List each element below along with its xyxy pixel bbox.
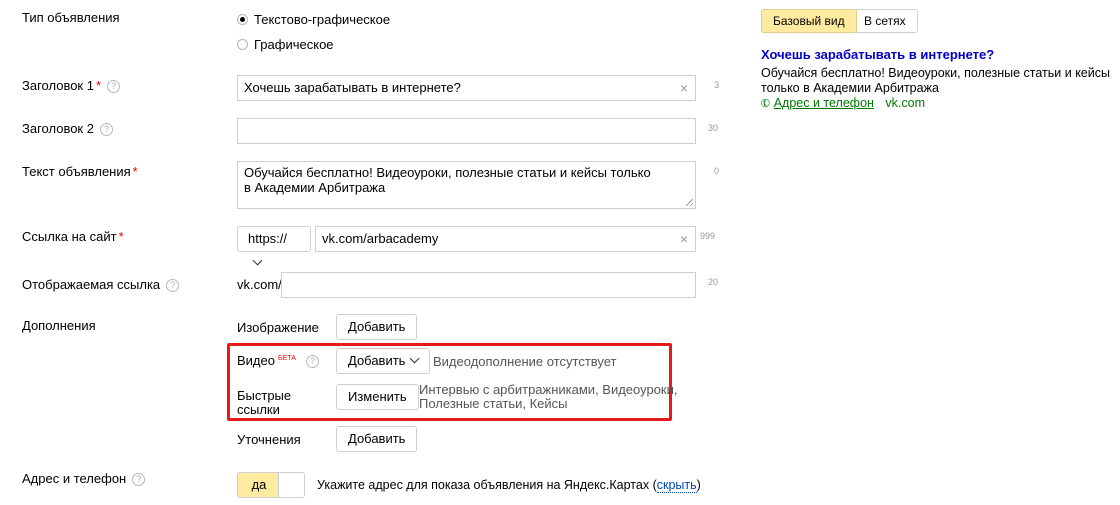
help-icon[interactable]: ?: [166, 279, 180, 292]
label-address-phone-text: Адрес и телефон: [22, 471, 127, 486]
site-link-counter: 999: [700, 231, 716, 241]
site-link-input[interactable]: vk.com/arbacademy ×: [315, 226, 696, 252]
extras-video-label: Видео БЕТА?: [237, 353, 319, 368]
site-link-value: vk.com/arbacademy: [322, 231, 439, 246]
extras-clarifications-label: Уточнения: [237, 432, 301, 447]
add-image-button[interactable]: Добавить: [336, 314, 418, 340]
ad-text-counter: 0: [714, 166, 720, 176]
ad-text-line1: Обучайся бесплатно! Видеоуроки, полезные…: [244, 165, 651, 180]
help-icon[interactable]: ?: [99, 123, 113, 136]
label-extras: Дополнения: [22, 318, 96, 333]
add-video-button[interactable]: Добавить: [336, 348, 431, 374]
preview-domain: vk.com: [885, 96, 926, 110]
radio-text-graphic-label: Текстово-графическое: [254, 12, 391, 27]
preview-contacts: ✆ Адрес и телефон vk.com: [758, 96, 926, 112]
clear-icon[interactable]: ×: [680, 76, 688, 100]
title2-input[interactable]: [237, 118, 696, 144]
label-title2: Заголовок 2?: [22, 121, 113, 136]
address-hint: Укажите адрес для показа объявления на Я…: [317, 478, 701, 493]
quick-links-value: Интервью с арбитражниками, Видеоуроки, П…: [419, 383, 678, 411]
radio-text-graphic[interactable]: Текстово-графическое: [237, 12, 390, 27]
label-ad-type: Тип объявления: [22, 10, 120, 25]
toggle-on-label: да: [238, 473, 280, 497]
preview-title[interactable]: Хочешь зарабатывать в интернете?: [761, 47, 994, 62]
chevron-down-icon: [252, 255, 263, 266]
quick-links-label-line1: Быстрые: [237, 388, 292, 403]
address-toggle[interactable]: да: [237, 472, 305, 498]
radio-graphic[interactable]: Графическое: [237, 37, 334, 52]
label-ad-text-text: Текст объявления: [22, 164, 131, 179]
quick-links-value-line1: Интервью с арбитражниками, Видеоуроки,: [419, 382, 678, 397]
help-icon[interactable]: ?: [305, 355, 319, 368]
quick-links-label-line2: ссылки: [237, 402, 280, 417]
preview-text: Обучайся бесплатно! Видеоуроки, полезные…: [761, 66, 1110, 96]
required-mark: *: [118, 229, 124, 244]
preview-address-link[interactable]: Адрес и телефон: [774, 96, 874, 110]
radio-graphic-label: Графическое: [254, 37, 334, 52]
toggle-knob: [278, 473, 304, 497]
address-hint-text: Укажите адрес для показа объявления на Я…: [317, 478, 657, 492]
title1-value: Хочешь зарабатывать в интернете?: [244, 80, 461, 95]
title1-input[interactable]: Хочешь зарабатывать в интернете? ×: [237, 75, 696, 101]
tab-in-networks[interactable]: В сетях: [853, 9, 918, 33]
beta-badge: БЕТА: [277, 355, 296, 362]
required-mark: *: [132, 164, 138, 179]
required-mark: *: [95, 78, 102, 93]
ad-text-textarea[interactable]: Обучайся бесплатно! Видеоуроки, полезные…: [237, 161, 696, 209]
protocol-value: https://: [248, 231, 288, 246]
ad-text-line2: в Академии Арбитража: [244, 180, 386, 195]
address-hint-end: ): [696, 478, 701, 492]
add-video-label: Добавить: [348, 353, 406, 368]
phone-icon: ✆: [758, 96, 773, 112]
preview-text-line1: Обучайся бесплатно! Видеоуроки, полезные…: [761, 66, 1110, 80]
help-icon[interactable]: ?: [107, 80, 121, 93]
preview-text-line2: только в Академии Арбитража: [761, 81, 939, 95]
label-site-link: Ссылка на сайт *: [22, 229, 124, 244]
label-title2-text: Заголовок 2: [22, 121, 94, 136]
add-clarifications-button[interactable]: Добавить: [336, 426, 418, 452]
resize-grip-icon[interactable]: [686, 199, 693, 206]
label-display-link: Отображаемая ссылка?: [22, 277, 180, 292]
radio-unchecked-icon: [237, 39, 248, 50]
extras-video-label-text: Видео: [237, 353, 275, 368]
title2-counter: 30: [708, 123, 719, 133]
chevron-down-icon: [410, 353, 420, 364]
clear-icon[interactable]: ×: [680, 227, 688, 251]
radio-checked-icon: [237, 14, 248, 25]
label-title1: Заголовок 1 *?: [22, 78, 121, 93]
video-status: Видеодополнение отсутствует: [433, 354, 617, 369]
display-link-counter: 20: [708, 277, 719, 287]
label-site-link-text: Ссылка на сайт: [22, 229, 117, 244]
hide-address-link[interactable]: скрыть: [656, 478, 697, 493]
display-link-input[interactable]: [281, 272, 696, 298]
extras-quick-links-label: Быстрые ссылки: [237, 389, 291, 417]
title1-counter: 3: [714, 80, 720, 90]
help-icon[interactable]: ?: [132, 473, 146, 486]
protocol-select[interactable]: https://: [237, 226, 311, 266]
label-address-phone: Адрес и телефон?: [22, 471, 146, 486]
edit-quick-links-button[interactable]: Изменить: [336, 384, 419, 410]
label-display-link-text: Отображаемая ссылка: [22, 277, 161, 292]
display-link-prefix: vk.com/: [237, 277, 282, 292]
label-title1-text: Заголовок 1: [22, 78, 94, 93]
extras-image-label: Изображение: [237, 320, 319, 335]
quick-links-value-line2: Полезные статьи, Кейсы: [419, 396, 568, 411]
label-ad-text: Текст объявления *: [22, 164, 138, 179]
tab-basic-view[interactable]: Базовый вид: [761, 9, 857, 33]
